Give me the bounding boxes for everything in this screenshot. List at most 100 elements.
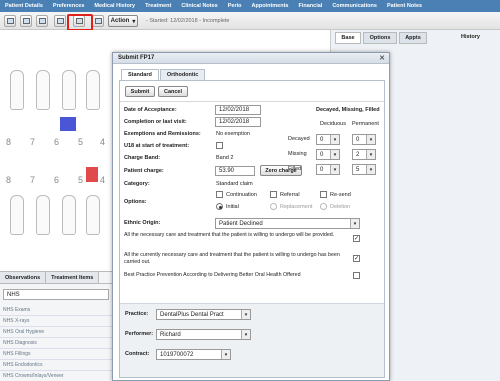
patient-charge-input[interactable]: 53.90 [215,166,255,176]
tooth[interactable] [86,195,100,235]
tooth-number: 5 [78,137,84,147]
top-navigation: Patient Details Preferences Medical Histor… [0,0,500,12]
tab-base[interactable]: Base [335,32,361,44]
list-item[interactable]: NHS Fillings [0,349,112,360]
tooth[interactable] [86,70,100,110]
referral-label: Referral [280,192,300,198]
tooth-number: 4 [100,175,106,185]
nav-tab[interactable]: Appointments [247,3,294,9]
ethnic-origin-label: Ethnic Origin: [124,220,161,226]
chevron-down-icon: ▾ [350,219,359,228]
deletion-radio[interactable] [320,203,327,210]
toolbar-document-icon[interactable] [36,15,48,27]
tab-treatment-items[interactable]: Treatment Items [46,272,100,283]
performer-select[interactable]: Richard ▾ [156,329,251,340]
dialog-title: Submit FP17 [118,55,155,61]
decayed-deciduous-select[interactable]: 0 ▾ [316,134,340,145]
nav-tab[interactable]: Patient Notes [382,3,427,9]
submit-button[interactable]: Submit [125,86,155,97]
chevron-down-icon: ▾ [366,165,375,174]
action-button[interactable]: Action ▾ [108,15,138,27]
statement-best-practice: Best Practice Prevention According to De… [124,272,301,278]
resend-label: Re-send [330,192,351,198]
toolbar-save-icon[interactable] [4,15,16,27]
tooth[interactable] [62,70,76,110]
observations-filter-select[interactable]: NHS [3,289,109,300]
decayed-label: Decayed [288,136,310,142]
statement-care-provided-checkbox[interactable]: ✓ [353,235,360,242]
continuation-checkbox[interactable] [216,191,223,198]
missing-deciduous-select[interactable]: 0 ▾ [316,149,340,160]
list-item[interactable]: NHS X-rays [0,316,112,327]
list-item[interactable]: NHS Oral Hygiene [0,327,112,338]
close-icon[interactable]: ✕ [379,54,385,62]
tooth[interactable] [10,70,24,110]
missing-permanent-value: 2 [356,151,360,158]
chevron-down-icon: ▾ [241,330,250,339]
cancel-button[interactable]: Cancel [158,86,188,97]
observations-panel: Observations Treatment Items NHS NHS Exa… [0,271,112,381]
practice-section: Practice: DentalPlus Dental Pract ▾ Perf… [120,303,384,377]
resend-checkbox[interactable] [320,191,327,198]
chevron-down-icon: ▾ [132,18,136,25]
observations-list: NHS Exams NHS X-rays NHS Oral Hygiene NHS D… [0,305,112,381]
missing-label: Missing [288,151,307,157]
nav-tab[interactable]: Treatment [140,3,176,9]
list-item[interactable]: NHS Endodontics [0,360,112,371]
history-label: History [461,34,480,40]
permanent-label: Permanent [352,121,379,127]
tooth[interactable] [36,70,50,110]
toolbar-calendar-icon[interactable] [92,15,104,27]
observations-tabs: Observations Treatment Items [0,272,112,284]
u18-checkbox[interactable] [216,142,223,149]
practice-select[interactable]: DentalPlus Dental Pract ▾ [156,309,251,320]
tab-options[interactable]: Options [363,32,397,44]
tab-appts[interactable]: Appts [399,32,427,44]
dmf-title: Decayed, Missing, Filled [316,107,380,113]
toolbar-folder-icon[interactable] [54,15,66,27]
nav-tab[interactable]: Financial [293,3,327,9]
initial-label: Initial [226,204,239,210]
initial-radio[interactable] [216,203,223,210]
statement-care-carried-out-checkbox[interactable]: ✓ [353,255,360,262]
filled-deciduous-select[interactable]: 0 ▾ [316,164,340,175]
ethnic-origin-select[interactable]: Patient Declined ▾ [215,218,360,229]
date-of-acceptance-input[interactable]: 12/02/2018 [215,105,261,115]
tooth[interactable] [62,195,76,235]
chevron-down-icon: ▾ [330,135,339,144]
patient-charge-label: Patient charge: [124,168,164,174]
nav-tab[interactable]: Communications [327,3,382,9]
filled-label: Filled [288,166,302,172]
tooth-number: 6 [54,175,60,185]
charge-band-label: Charge Band: [124,155,161,161]
nav-tab[interactable]: Perio [223,3,247,9]
tooth[interactable] [36,195,50,235]
chevron-down-icon: ▾ [366,150,375,159]
list-item[interactable]: NHS Exams [0,305,112,316]
filled-permanent-select[interactable]: 5 ▾ [352,164,376,175]
exemptions-label: Exemptions and Remissions: [124,131,201,137]
contract-select[interactable]: 1019700072 ▾ [156,349,231,360]
dialog-title-bar: Submit FP17 ✕ [113,53,389,64]
referral-checkbox[interactable] [270,191,277,198]
nav-tab[interactable]: Patient Details [0,3,48,9]
tab-orthodontic[interactable]: Orthodontic [159,69,206,80]
list-item[interactable]: NHS Diagnosis [0,338,112,349]
tab-standard[interactable]: Standard [121,69,159,80]
tab-observations[interactable]: Observations [0,272,47,283]
replacement-radio[interactable] [270,203,277,210]
chevron-down-icon: ▾ [330,150,339,159]
nav-tab[interactable]: Medical History [89,3,140,9]
nav-tab[interactable]: Clinical Notes [176,3,222,9]
statement-care-carried-out: All the currently necessary care and tre… [124,252,340,265]
completion-date-input[interactable]: 12/02/2018 [215,117,261,127]
missing-permanent-select[interactable]: 2 ▾ [352,149,376,160]
decayed-permanent-select[interactable]: 0 ▾ [352,134,376,145]
statement-best-practice-checkbox[interactable] [353,272,360,279]
toolbar-print-icon[interactable] [20,15,32,27]
deletion-label: Deletion [330,204,351,210]
tooth-number: 8 [6,175,12,185]
list-item[interactable]: NHS Crowns/Inlays/Veneer [0,371,112,381]
nav-tab[interactable]: Preferences [48,3,90,9]
tooth[interactable] [10,195,24,235]
